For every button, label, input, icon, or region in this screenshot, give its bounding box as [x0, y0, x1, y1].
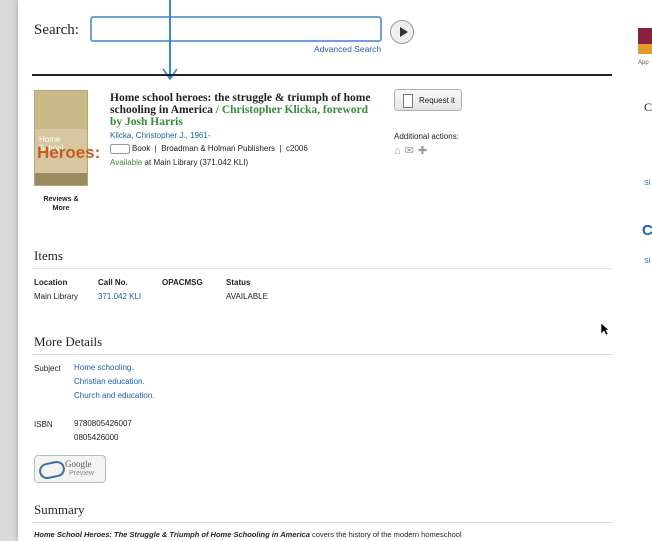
reviews-more-link[interactable]: Reviews & More	[36, 195, 86, 213]
search-divider	[32, 74, 612, 76]
item-call-no-link[interactable]: 371.042 KLI	[98, 292, 141, 301]
subject-label: Subject	[34, 364, 61, 373]
basket-icon[interactable]: ⌂	[394, 145, 405, 157]
record-title[interactable]: Home school heroes: the struggle & trium…	[110, 92, 380, 128]
availability-location: at Main Library (371.042 KLI)	[142, 158, 249, 167]
search-go-button[interactable]	[390, 20, 414, 44]
cover-title: Heroes:	[37, 143, 101, 162]
isbn-value: 9780805426007	[74, 419, 132, 428]
app-label: App	[638, 60, 649, 66]
summary-divider	[32, 522, 612, 523]
col-opacmsg: OPACMSG	[162, 278, 203, 287]
mouse-cursor-icon	[600, 322, 610, 336]
subject-link[interactable]: Home schooling.	[74, 361, 155, 375]
format: Book	[132, 144, 151, 154]
search-label: Search:	[34, 22, 79, 38]
details-divider	[32, 354, 612, 355]
col-location: Location	[34, 278, 68, 287]
summary-body: covers the history of the modern homesch…	[309, 530, 462, 539]
google-preview-button[interactable]: Google Preview	[34, 455, 106, 483]
action-icons: ⌂✉✚	[394, 144, 431, 157]
right-logo-text: C	[642, 222, 652, 239]
document-icon	[403, 94, 413, 108]
author-link[interactable]: Klicka, Christopher J., 1961-	[110, 131, 211, 140]
book-cover-image[interactable]: Home School Heroes:	[34, 90, 100, 186]
availability-status: Available	[110, 158, 143, 167]
google-preview-icon	[37, 459, 67, 481]
app-logo-accent	[638, 44, 652, 54]
google-label: Google	[65, 459, 92, 469]
isbn-value: 0805426000	[74, 433, 119, 442]
request-it-button[interactable]: Request it	[394, 89, 462, 111]
format-line: Book | Broadman & Holman Publishers | c2…	[110, 144, 308, 154]
email-icon[interactable]: ✉	[405, 145, 418, 157]
annotation-arrow-line	[169, 0, 171, 78]
items-divider	[32, 268, 612, 269]
subject-list: Home schooling. Christian education. Chu…	[74, 361, 155, 403]
preview-label: Preview	[69, 470, 94, 477]
add-icon[interactable]: ✚	[418, 145, 431, 157]
item-location: Main Library	[34, 292, 79, 301]
col-call-no: Call No.	[98, 278, 128, 287]
summary-heading: Summary	[34, 502, 85, 517]
catalog-page: Search: Advanced Search Home School Hero…	[18, 0, 628, 541]
right-link[interactable]: Sl	[644, 180, 650, 187]
item-status: AVAILABLE	[226, 292, 268, 301]
right-link[interactable]: Sl	[644, 258, 650, 265]
advanced-search-link[interactable]: Advanced Search	[314, 44, 381, 54]
isbn-label: ISBN	[34, 420, 53, 429]
items-heading: Items	[34, 248, 63, 263]
search-input[interactable]	[90, 16, 382, 42]
more-details-heading: More Details	[34, 334, 103, 349]
additional-actions-label: Additional actions:	[394, 132, 459, 141]
book-icon	[110, 144, 130, 154]
publisher: Broadman & Holman Publishers	[161, 144, 276, 154]
right-pane: App C Sl C Sl	[628, 0, 652, 541]
summary-title: Home School Heroes: The Struggle & Trium…	[34, 530, 310, 539]
summary-text: Home School Heroes: The Struggle & Trium…	[34, 530, 624, 539]
availability: Available at Main Library (371.042 KLI)	[110, 158, 248, 167]
isbn-list: 9780805426007 0805426000	[74, 417, 132, 445]
subject-link[interactable]: Christian education.	[74, 375, 155, 389]
right-heading: C	[644, 100, 652, 114]
pub-date: c2006	[286, 144, 308, 154]
request-label: Request it	[419, 96, 456, 105]
col-status: Status	[226, 278, 251, 287]
app-logo[interactable]	[638, 28, 652, 44]
subject-link[interactable]: Church and education.	[74, 389, 155, 403]
